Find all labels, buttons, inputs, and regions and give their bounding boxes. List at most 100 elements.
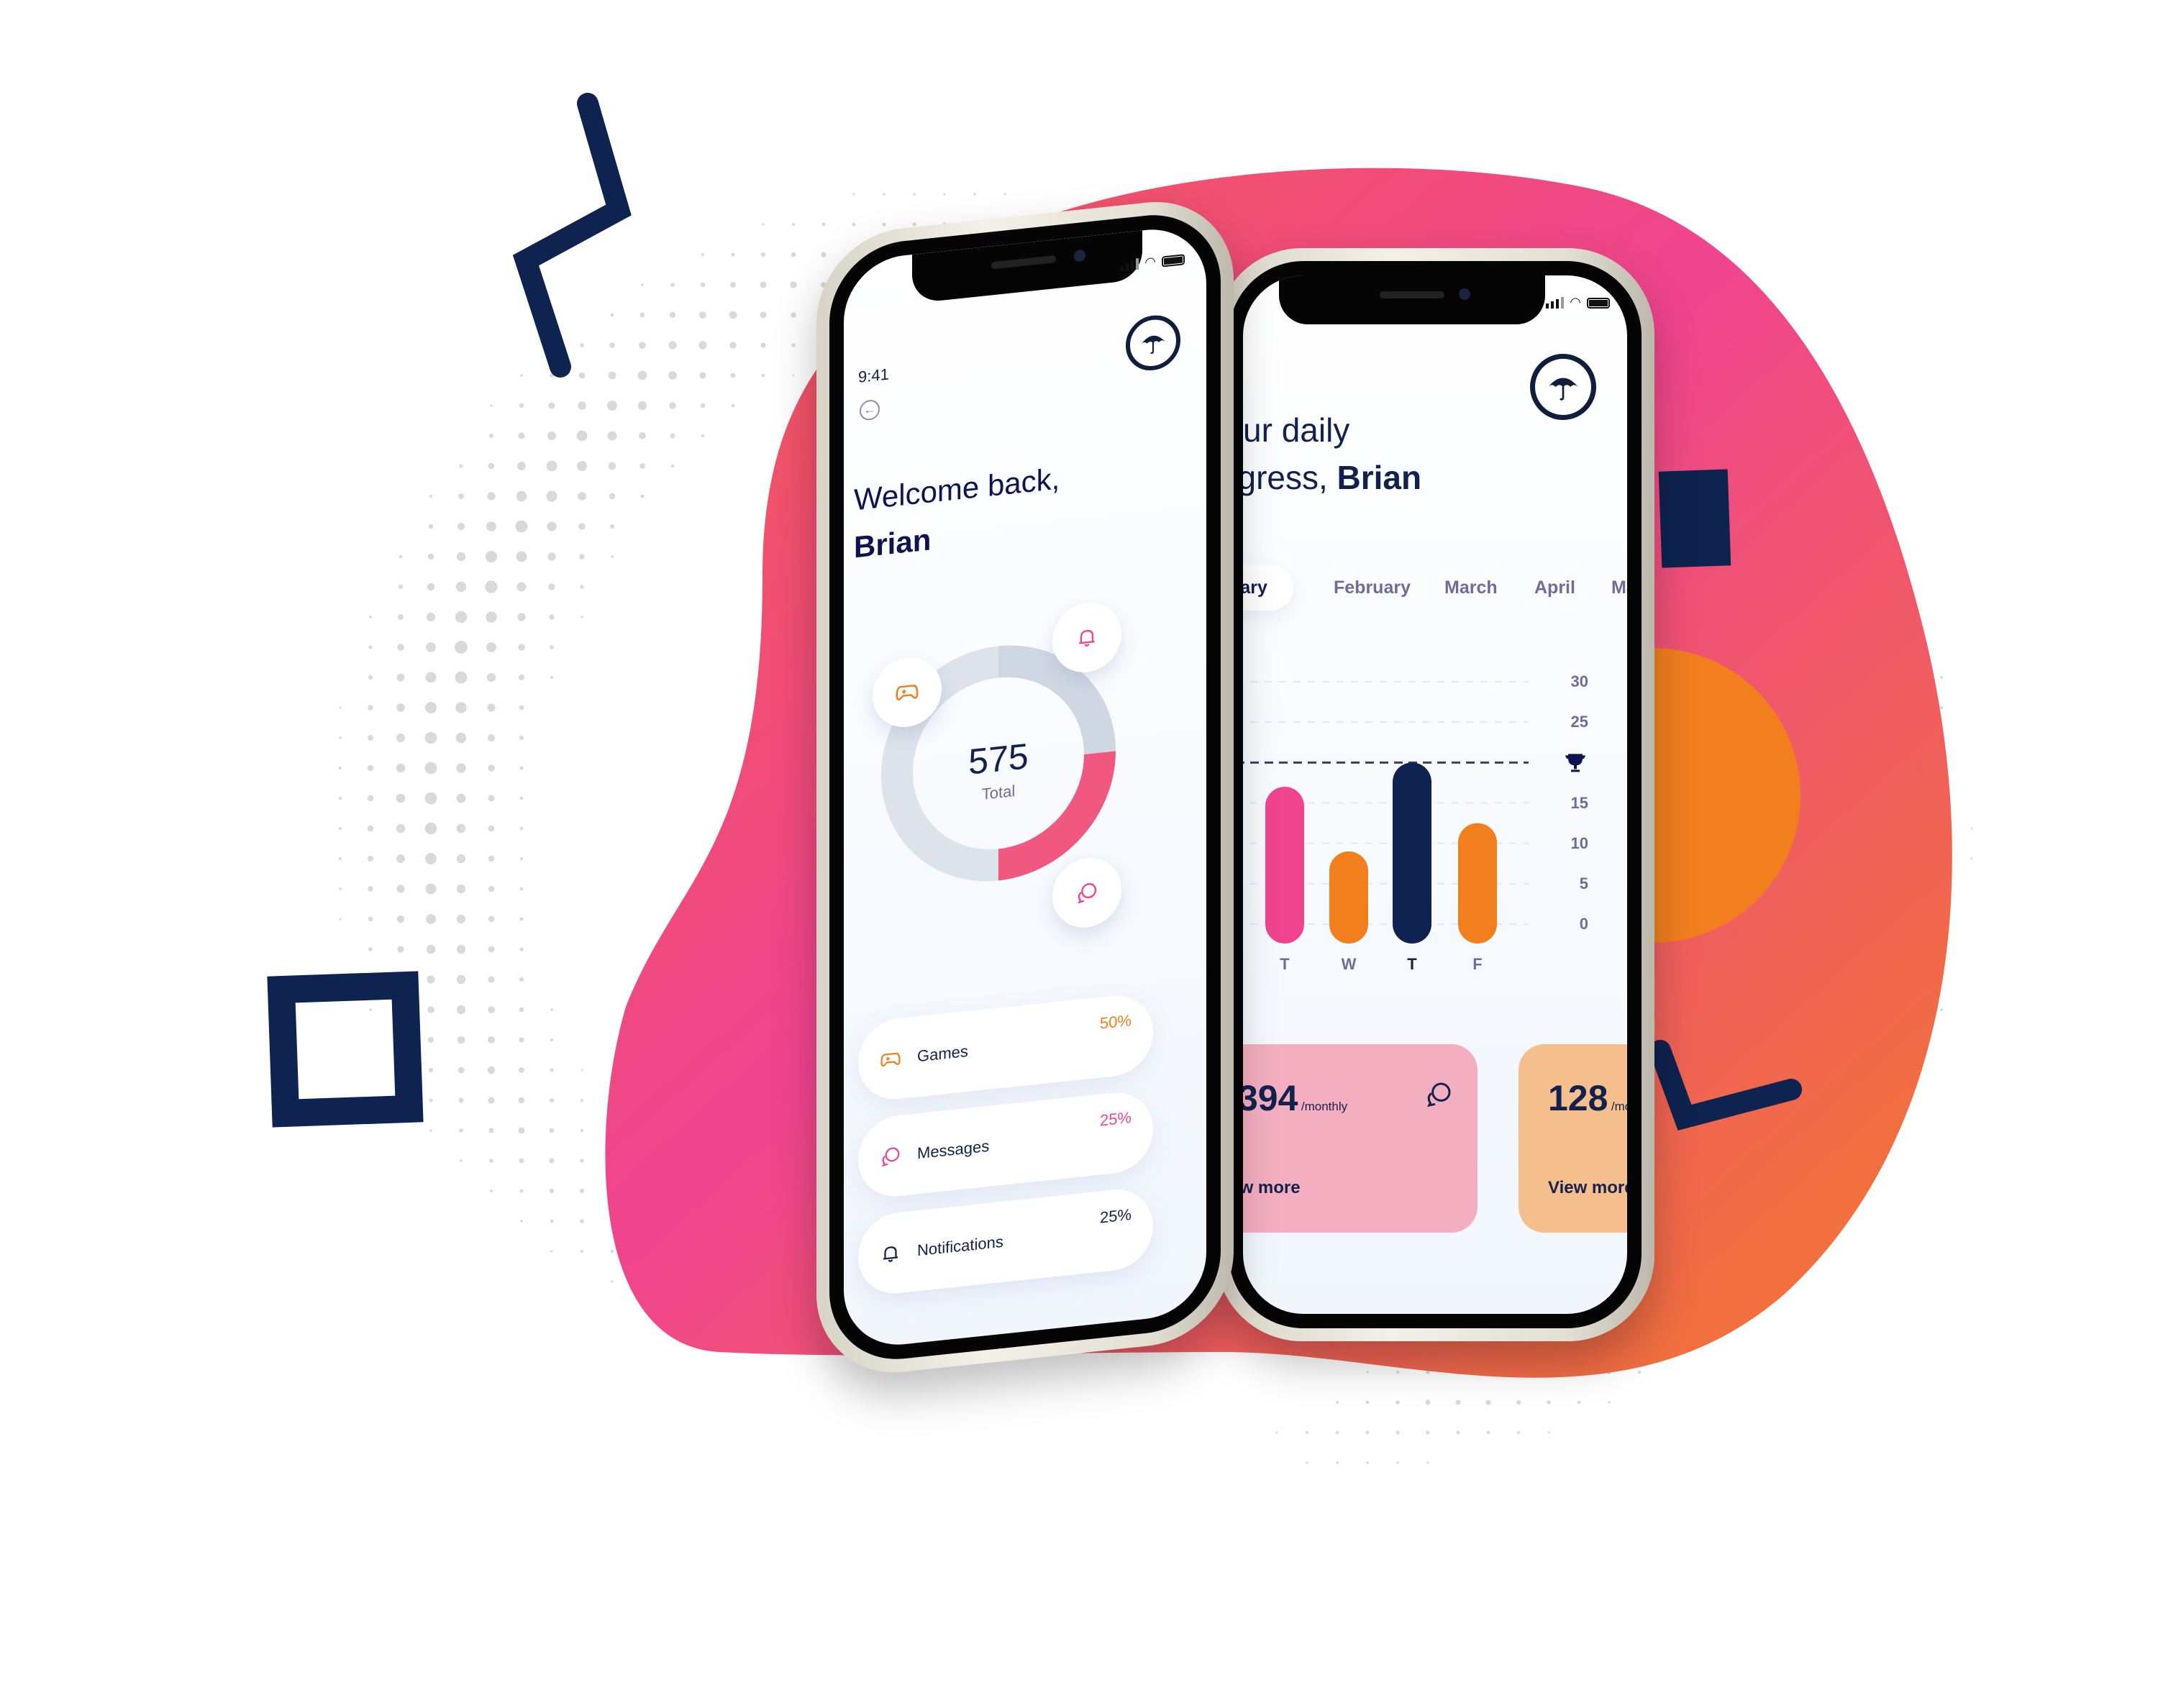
dot: [610, 313, 614, 317]
chat-bubbles-icon: [881, 1147, 900, 1167]
dot: [1426, 1430, 1430, 1435]
y-tick-label: 0: [1579, 915, 1588, 933]
bar-t[interactable]: [1393, 762, 1431, 944]
back-arrow-icon: ←: [863, 401, 876, 418]
bar-t[interactable]: [1265, 787, 1304, 944]
dot: [488, 764, 495, 772]
x-tick-label: T: [1407, 955, 1417, 973]
dot: [792, 374, 795, 377]
dot: [610, 1249, 614, 1253]
dot: [397, 946, 404, 953]
dot: [1516, 1399, 1521, 1405]
bar-f[interactable]: [1458, 823, 1497, 944]
dot: [1939, 705, 1944, 710]
dot: [1336, 1461, 1339, 1464]
dot: [488, 915, 495, 923]
dot: [426, 944, 436, 954]
dot: [1517, 1431, 1520, 1434]
dot: [369, 1008, 372, 1011]
messages-card[interactable]: 394 /monthly View more: [1243, 1044, 1478, 1233]
umbrella-logo-button[interactable]: [1126, 312, 1180, 373]
dot: [488, 795, 495, 802]
dot: [1577, 1400, 1581, 1405]
list-item-games[interactable]: Games 50%: [858, 991, 1153, 1103]
dot: [580, 1219, 584, 1223]
dot: [520, 1220, 523, 1223]
dot: [429, 495, 432, 498]
dot: [1485, 1399, 1491, 1405]
dot: [490, 1189, 493, 1192]
dot: [456, 552, 466, 562]
dot: [1608, 1401, 1611, 1404]
dot: [339, 736, 342, 739]
dot: [427, 553, 434, 560]
dot: [1456, 1430, 1460, 1435]
dot: [578, 523, 586, 530]
dot: [730, 282, 736, 288]
dot: [396, 733, 406, 743]
y-tick-label: 25: [1570, 713, 1588, 731]
dot: [579, 554, 585, 560]
gamepad-icon: [880, 1052, 901, 1067]
y-tick-label: 10: [1570, 834, 1588, 852]
dot: [1970, 827, 1973, 830]
umbrella-icon: [1141, 335, 1165, 354]
dot: [455, 581, 467, 593]
dot: [546, 460, 557, 472]
dot: [668, 371, 677, 380]
dot: [669, 402, 676, 409]
bar-w[interactable]: [1329, 851, 1368, 944]
dot: [519, 1067, 524, 1073]
dot: [368, 675, 373, 680]
dot: [1940, 1008, 1943, 1011]
dot: [791, 312, 796, 318]
dot: [547, 552, 556, 561]
dot: [339, 887, 342, 890]
dot: [488, 1036, 495, 1043]
dot: [519, 887, 524, 891]
dot: [1455, 1399, 1461, 1405]
back-button[interactable]: ←: [860, 398, 880, 421]
list-item-messages[interactable]: Messages 25%: [858, 1088, 1153, 1200]
wifi-icon: ◠: [1144, 254, 1156, 270]
dot: [519, 705, 524, 711]
dot: [760, 281, 767, 288]
dot: [1335, 1430, 1339, 1435]
dot: [396, 793, 406, 803]
view-more-link[interactable]: View more: [1243, 1178, 1301, 1198]
dot: [577, 461, 587, 471]
dot: [517, 613, 526, 621]
dot: [519, 1158, 524, 1164]
dot: [396, 854, 405, 863]
view-more-link[interactable]: View more: [1548, 1178, 1627, 1198]
progress-screen: ◠ Your daily progress, Brian January Feb…: [1243, 275, 1627, 1314]
dot: [425, 702, 437, 713]
right-phone: ◠ Your daily progress, Brian January Feb…: [1216, 248, 1654, 1341]
dot: [456, 914, 466, 924]
dot: [580, 1189, 584, 1193]
total-value: 575: [968, 736, 1029, 782]
dot: [550, 645, 554, 649]
dot: [368, 645, 373, 649]
dot: [1275, 1431, 1278, 1434]
list-item-notifications[interactable]: Notifications 25%: [858, 1185, 1153, 1297]
dot: [488, 976, 495, 983]
dot: [455, 641, 468, 654]
dot: [760, 342, 766, 348]
dot: [519, 857, 524, 861]
dot: [1306, 1461, 1308, 1464]
dot: [396, 915, 405, 923]
dot: [519, 403, 524, 408]
dot: [701, 434, 705, 438]
stats-card[interactable]: 128 /monthly View more: [1519, 1044, 1627, 1233]
dot: [368, 947, 373, 951]
dot: [1486, 1430, 1490, 1435]
dot: [456, 944, 466, 954]
dot: [397, 644, 404, 651]
dot: [1940, 676, 1943, 679]
dot: [424, 822, 437, 835]
dot: [428, 1067, 434, 1073]
dot: [456, 884, 466, 894]
dot: [488, 946, 495, 953]
dot: [458, 493, 464, 499]
